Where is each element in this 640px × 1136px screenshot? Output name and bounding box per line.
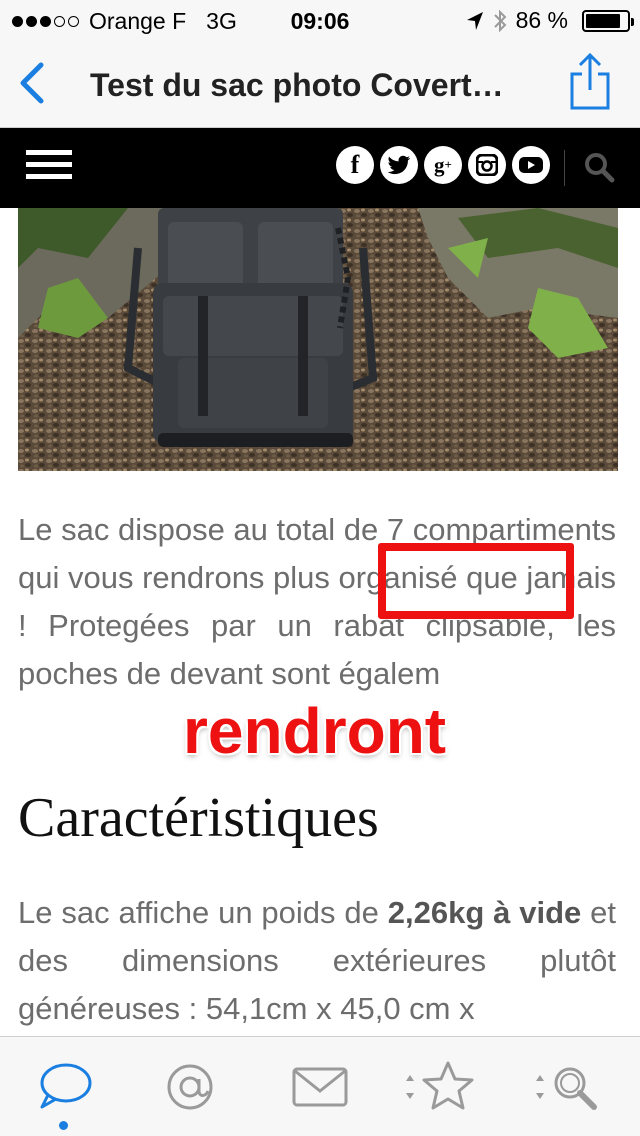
hamburger-icon[interactable] (26, 150, 72, 186)
tab-search[interactable] (530, 1057, 610, 1117)
back-button[interactable] (12, 58, 52, 108)
tab-messages[interactable] (290, 1057, 350, 1117)
youtube-icon[interactable] (512, 146, 550, 184)
tab-mentions[interactable] (160, 1057, 220, 1117)
bluetooth-icon (493, 9, 506, 32)
correction-label: rendront (183, 695, 447, 767)
correction-highlight-box (378, 543, 574, 619)
google-plus-icon[interactable]: g + (424, 146, 462, 184)
tab-favorites[interactable] (400, 1057, 480, 1117)
weight-highlight: 2,26kg à vide (387, 895, 582, 930)
star-icon (406, 1061, 474, 1110)
search-icon (536, 1067, 597, 1110)
at-sign-icon (167, 1064, 213, 1110)
page-title: Test du sac photo Covert… (90, 67, 504, 103)
instagram-icon[interactable] (468, 146, 506, 184)
navigation-bar: Test du sac photo Covert… (0, 40, 640, 128)
status-right: 86 % (466, 7, 634, 34)
header-divider (564, 150, 565, 186)
tab-chat[interactable] (34, 1057, 94, 1117)
facebook-icon[interactable]: f (336, 146, 374, 184)
chevron-left-icon (20, 62, 44, 104)
active-tab-indicator (59, 1121, 68, 1130)
battery-icon (582, 9, 634, 32)
battery-percent: 86 % (515, 7, 568, 33)
article-paragraph: Le sac affiche un poids de 2,26kg à vide… (18, 889, 616, 1033)
paragraph-text: Le sac affiche un poids de (18, 895, 388, 930)
share-button[interactable] (566, 52, 614, 110)
chat-bubble-icon (40, 1063, 92, 1109)
twitter-icon[interactable] (380, 146, 418, 184)
search-icon[interactable] (582, 150, 618, 186)
social-links: f g + (336, 146, 550, 184)
article-image-backpack (18, 208, 618, 471)
mail-icon (292, 1067, 348, 1107)
share-icon (570, 52, 610, 110)
site-header: f g + (0, 128, 640, 208)
status-bar: Orange F 3G 09:06 86 % (0, 0, 640, 40)
location-arrow-icon (466, 11, 483, 30)
bottom-tab-bar (0, 1036, 640, 1136)
section-heading: Caractéristiques (18, 787, 379, 849)
